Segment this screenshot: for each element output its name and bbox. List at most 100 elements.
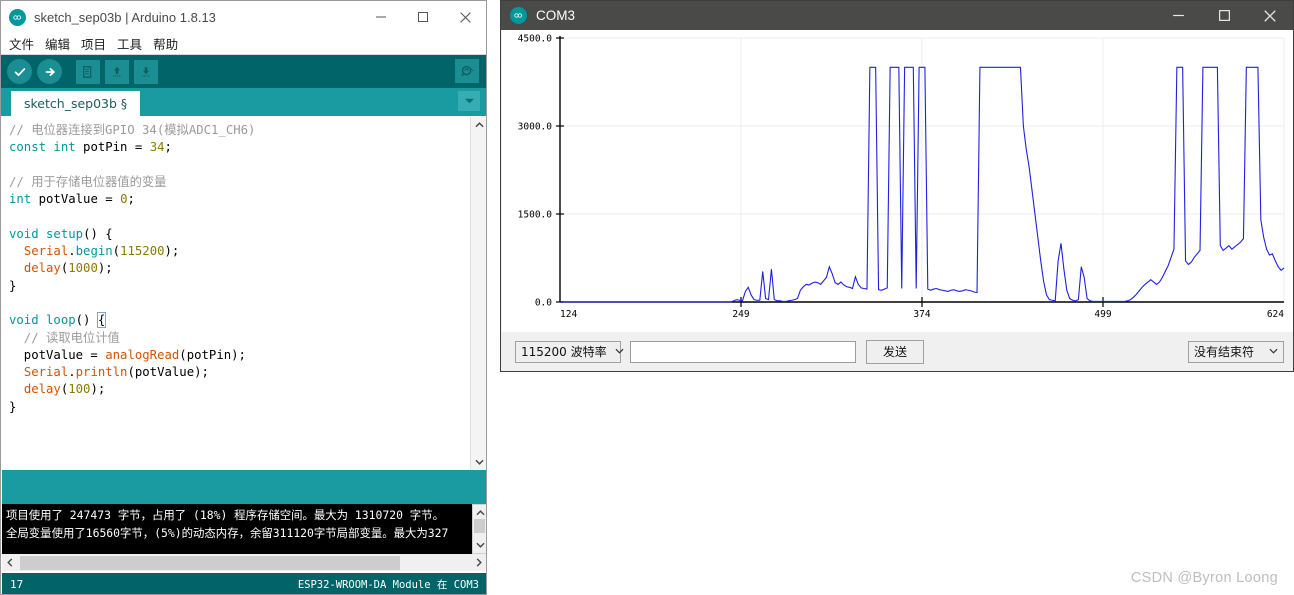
serial-monitor-button[interactable]	[455, 59, 479, 83]
watermark-text: CSDN @Byron Loong	[1130, 570, 1278, 586]
menu-item-edit[interactable]: 编辑	[45, 34, 70, 53]
send-input[interactable]	[630, 340, 856, 363]
console-scroll-down-icon[interactable]	[472, 537, 486, 553]
plot-svg: 0.0 1500.0 3000.0 4500.0 124 249 374 499 624	[518, 34, 1285, 320]
code-token: Serial	[23, 244, 69, 259]
status-board-info: ESP32-WROOM-DA Module 在 COM3	[297, 578, 479, 591]
code-token: void	[9, 226, 39, 241]
hscroll-left-icon[interactable]	[2, 555, 18, 570]
menu-item-sketch[interactable]: 项目	[81, 34, 106, 53]
line-ending-select[interactable]: 没有结束符	[1188, 340, 1284, 363]
verify-button[interactable]	[7, 59, 32, 84]
scroll-up-icon[interactable]	[471, 117, 486, 133]
tab-sketch-sep03b[interactable]: sketch_sep03b §	[11, 91, 141, 116]
code-token: 115200	[120, 244, 165, 259]
code-token: potValue =	[31, 192, 121, 207]
menu-item-tools[interactable]: 工具	[117, 34, 142, 53]
code-line: }	[9, 399, 469, 416]
line-ending-value: 没有结束符	[1194, 345, 1255, 359]
ide-close-icon[interactable]	[444, 1, 486, 33]
code-token: delay	[23, 382, 61, 397]
menu-item-file[interactable]: 文件	[9, 34, 34, 53]
plotter-maximize-icon[interactable]	[1201, 1, 1247, 30]
y-tick-label: 1500.0	[518, 210, 553, 221]
x-tick-label: 249	[732, 309, 749, 320]
menu-item-help[interactable]: 帮助	[153, 34, 178, 53]
tab-dropdown-button[interactable]	[458, 91, 480, 111]
x-tick-label: 374	[913, 309, 930, 320]
code-text: // 电位器连接到GPIO 34(模拟ADC1_CH6) const int po…	[9, 122, 469, 416]
code-line: void setup() {	[9, 226, 469, 243]
editor-scrollbar[interactable]	[470, 117, 486, 470]
baud-rate-select[interactable]: 115200 波特率	[515, 340, 624, 363]
code-token: );	[164, 244, 180, 259]
hscroll-right-icon[interactable]	[471, 555, 486, 570]
console-horizontal-scrollbar[interactable]	[2, 554, 486, 571]
code-token: const int	[9, 140, 76, 155]
y-tick-label: 3000.0	[518, 122, 553, 133]
code-token: GPIO 34(模拟ADC1_CH6)	[105, 123, 256, 137]
arduino-ide-window: sketch_sep03b | Arduino 1.8.13 文件 编辑 项目 …	[0, 0, 487, 595]
chevron-down-icon	[1269, 347, 1278, 356]
code-line: Serial.println(potValue);	[9, 364, 469, 381]
send-button[interactable]: 发送	[866, 339, 924, 364]
code-line: int potValue = 0;	[9, 191, 469, 208]
hscroll-thumb[interactable]	[20, 555, 400, 570]
plotter-minimize-icon[interactable]	[1155, 1, 1201, 30]
code-line: delay(100);	[9, 381, 469, 398]
code-token: Serial	[23, 365, 69, 380]
console-scroll-thumb[interactable]	[474, 519, 485, 533]
scroll-down-icon[interactable]	[471, 454, 486, 470]
new-button[interactable]	[76, 59, 100, 84]
status-line-number: 17	[10, 577, 24, 591]
save-button[interactable]	[134, 59, 158, 84]
y-tick-label: 4500.0	[518, 34, 553, 45]
code-token: 100	[68, 382, 91, 397]
code-token: // 读取电位计值	[9, 330, 120, 345]
code-token: {	[96, 312, 107, 329]
plotter-toolbar: 115200 波特率 发送 没有结束符	[502, 332, 1293, 371]
x-tick-label: 624	[1267, 309, 1284, 320]
code-line: }	[9, 278, 469, 295]
code-token: () {	[83, 226, 113, 241]
code-line: Serial.begin(115200);	[9, 243, 469, 260]
code-token: .	[68, 365, 76, 380]
console-line: 全局变量使用了16560字节，(5%)的动态内存，余留311120字节局部变量。…	[6, 526, 449, 540]
ide-title-bar: sketch_sep03b | Arduino 1.8.13	[1, 1, 486, 33]
hscroll-track[interactable]	[18, 555, 471, 570]
tab-label: sketch_sep03b §	[24, 96, 128, 111]
open-button[interactable]	[105, 59, 129, 84]
code-token: ;	[127, 192, 135, 207]
ide-minimize-icon[interactable]	[360, 1, 402, 33]
code-token: loop	[46, 313, 76, 328]
upload-button[interactable]	[37, 59, 62, 84]
code-token: potPin =	[75, 140, 150, 155]
code-token: int	[9, 192, 32, 207]
code-token: // 电位器连接到	[9, 123, 105, 137]
ide-status-band	[2, 470, 486, 504]
plot-canvas: 0.0 1500.0 3000.0 4500.0 124 249 374 499 624	[502, 30, 1293, 332]
console-line: 项目使用了 247473 字节，占用了 (18%) 程序存储空间。最大为 131…	[6, 508, 444, 522]
code-token: 1000	[68, 261, 98, 276]
code-editor[interactable]: // 电位器连接到GPIO 34(模拟ADC1_CH6) const int po…	[2, 117, 486, 470]
code-line: void loop() {	[9, 312, 469, 329]
ide-menu-bar: 文件 编辑 项目 工具 帮助	[1, 33, 486, 55]
code-line: potValue = analogRead(potPin);	[9, 347, 469, 364]
code-token: (potPin);	[179, 347, 246, 362]
code-token: );	[97, 261, 113, 276]
code-token: println	[75, 365, 128, 380]
code-token: delay	[23, 261, 61, 276]
console-vertical-scrollbar[interactable]	[472, 504, 486, 554]
plotter-close-icon[interactable]	[1247, 1, 1293, 30]
code-line: // 读取电位计值	[9, 330, 469, 347]
code-token: );	[90, 382, 106, 397]
ide-maximize-icon[interactable]	[402, 1, 444, 33]
code-token: ()	[75, 313, 98, 328]
code-line: // 电位器连接到GPIO 34(模拟ADC1_CH6)	[9, 122, 469, 139]
code-token: void	[9, 313, 39, 328]
